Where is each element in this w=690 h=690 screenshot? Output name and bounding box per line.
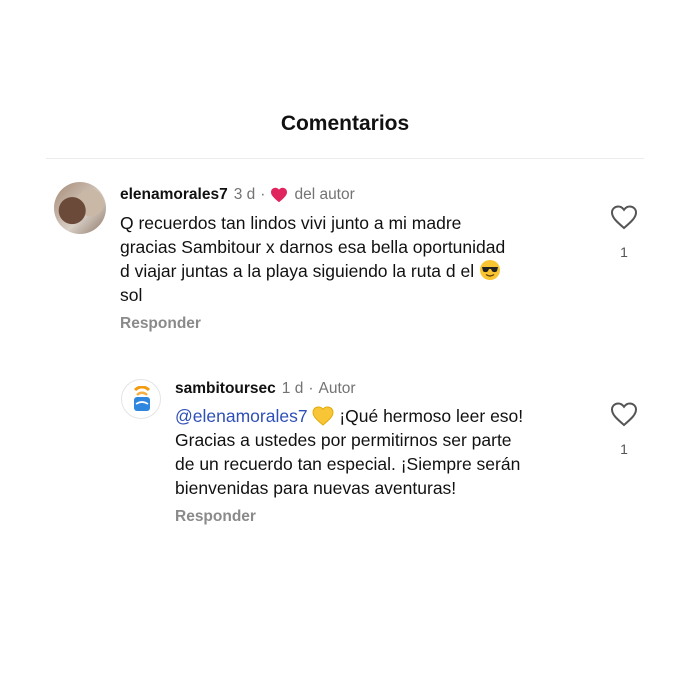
like-count: 1 bbox=[620, 441, 628, 457]
yellow-heart-emoji-icon bbox=[312, 406, 334, 426]
comment-line: Gracias a ustedes por permitirnos ser pa… bbox=[175, 430, 512, 450]
header-divider bbox=[46, 158, 644, 159]
comment-line: d viajar juntas a la playa siguiendo la … bbox=[120, 259, 505, 283]
comment-meta: elenamorales7 3 d · del autor bbox=[120, 186, 355, 204]
avatar[interactable] bbox=[54, 182, 106, 234]
sunglasses-emoji-icon bbox=[480, 260, 500, 280]
avatar[interactable] bbox=[121, 379, 161, 419]
username[interactable]: elenamorales7 bbox=[120, 186, 228, 204]
like-count: 1 bbox=[620, 244, 628, 260]
comment-line: bienvenidas para nuevas aventuras! bbox=[175, 478, 457, 498]
like-heart-icon[interactable] bbox=[610, 204, 638, 230]
comment-meta: sambitoursec 1 d · Autor bbox=[175, 380, 356, 398]
comment-line: @elenamorales7 ¡Qué hermoso leer eso! bbox=[175, 406, 524, 426]
reply-button[interactable]: Responder bbox=[120, 315, 201, 333]
comment-line: Q recuerdos tan lindos vivi junto a mi m… bbox=[120, 213, 462, 233]
author-badge: del autor bbox=[294, 186, 355, 203]
timestamp: 3 d bbox=[233, 186, 256, 203]
author-badge: Autor bbox=[318, 380, 356, 397]
comment-line: gracias Sambitour x darnos esa bella opo… bbox=[120, 237, 506, 257]
sambitour-logo-icon bbox=[133, 386, 151, 411]
meta-separator: · bbox=[308, 380, 314, 397]
username[interactable]: sambitoursec bbox=[175, 380, 276, 398]
reply-button[interactable]: Responder bbox=[175, 508, 256, 526]
meta-separator: · bbox=[260, 186, 266, 203]
comment-text: @elenamorales7 ¡Qué hermoso leer eso! Gr… bbox=[175, 404, 523, 500]
timestamp: 1 d bbox=[281, 380, 304, 397]
author-liked-heart-icon bbox=[271, 187, 288, 203]
comment-line: de un recuerdo tan especial. ¡Siempre se… bbox=[175, 454, 521, 474]
page-title: Comentarios bbox=[280, 112, 410, 135]
like-heart-icon[interactable] bbox=[610, 401, 638, 427]
comment-line: sol bbox=[120, 285, 143, 305]
mention-link[interactable]: @elenamorales7 bbox=[175, 406, 308, 426]
comment-text: Q recuerdos tan lindos vivi junto a mi m… bbox=[120, 211, 505, 307]
